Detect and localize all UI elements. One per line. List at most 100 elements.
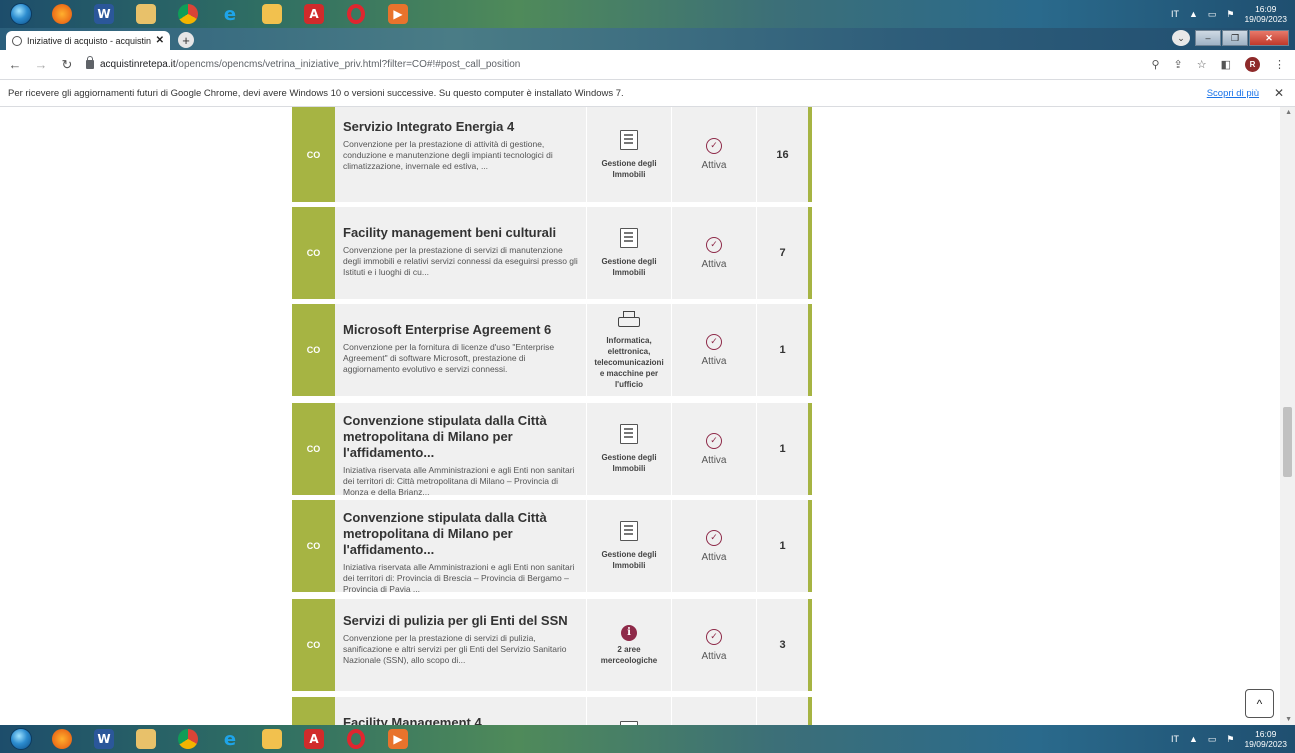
taskbar-mail[interactable] — [254, 727, 290, 751]
back-to-top-button[interactable]: ^ — [1245, 689, 1274, 718]
system-tray: IT ▲ ▭ ⚑ 16:09 19/09/2023 — [1171, 725, 1287, 753]
check-circle-icon: ✓ — [706, 628, 722, 645]
card-title[interactable]: Servizi di pulizia per gli Enti del SSN — [343, 613, 578, 629]
new-tab-button[interactable]: + — [178, 32, 194, 48]
taskbar-explorer[interactable] — [128, 2, 164, 26]
card-title[interactable]: Servizio Integrato Energia 4 — [343, 119, 578, 135]
clock[interactable]: 16:09 19/09/2023 — [1244, 729, 1287, 749]
clock-time: 16:09 — [1255, 4, 1277, 14]
menu-kebab-icon[interactable]: ⋮ — [1274, 58, 1285, 71]
taskbar-explorer[interactable] — [128, 727, 164, 751]
card-title[interactable]: Facility management beni culturali — [343, 225, 578, 241]
internet-explorer-icon: e — [223, 3, 237, 25]
taskbar-firefox[interactable] — [44, 727, 80, 751]
taskbar-chrome[interactable] — [170, 727, 206, 751]
taskbar-media[interactable]: ▶ — [380, 2, 416, 26]
opera-icon — [347, 4, 365, 24]
language-indicator[interactable]: IT — [1171, 734, 1179, 744]
maximize-button[interactable]: ❐ — [1222, 30, 1248, 46]
taskbar-acrobat[interactable]: A — [296, 2, 332, 26]
card-body: Convenzione stipulata dalla Città metrop… — [335, 403, 586, 497]
scrollbar-thumb[interactable] — [1283, 407, 1292, 477]
infobar-learn-more-link[interactable]: Scopri di più — [1207, 88, 1259, 99]
taskbar-mail[interactable] — [254, 2, 290, 26]
tab-search-icon[interactable]: ⌄ — [1172, 30, 1190, 46]
tab-close-icon[interactable]: ✕ — [156, 35, 164, 46]
initiative-card[interactable]: CO Servizi di pulizia per gli Enti del S… — [292, 599, 812, 691]
building-icon — [620, 424, 638, 444]
taskbar-media[interactable]: ▶ — [380, 727, 416, 751]
initiative-card[interactable]: CO Convenzione stipulata dalla Città met… — [292, 500, 812, 594]
card-title[interactable]: Convenzione stipulata dalla Città metrop… — [343, 510, 578, 558]
language-indicator[interactable]: IT — [1171, 9, 1179, 19]
reload-icon[interactable]: ↻ — [56, 57, 78, 73]
card-status: ✓ Attiva — [672, 403, 756, 495]
taskbar-acrobat[interactable]: A — [296, 727, 332, 751]
address-bar: ← → ↻ acquistinretepa.it/opencms/opencms… — [0, 50, 1295, 80]
bookmark-star-icon[interactable]: ☆ — [1197, 58, 1207, 71]
forward-icon[interactable]: → — [30, 57, 52, 72]
profile-avatar[interactable]: R — [1245, 57, 1260, 72]
action-center-icon[interactable]: ⚑ — [1226, 9, 1234, 20]
chrome-icon — [178, 4, 198, 24]
close-window-button[interactable]: ✕ — [1249, 30, 1289, 46]
card-status-label: Attiva — [701, 650, 727, 662]
minimize-button[interactable]: – — [1195, 30, 1221, 46]
side-panel-icon[interactable]: ◧ — [1221, 58, 1231, 71]
taskbar-word[interactable]: W — [86, 727, 122, 751]
taskbar-opera[interactable] — [338, 2, 374, 26]
action-center-icon[interactable]: ⚑ — [1226, 734, 1234, 745]
taskbar-firefox[interactable] — [44, 2, 80, 26]
mail-icon — [262, 4, 282, 24]
card-body: Servizio Integrato Energia 4 Convenzione… — [335, 107, 586, 202]
card-description: Convenzione per la prestazione di attivi… — [343, 139, 553, 171]
page-viewport: CO Servizio Integrato Energia 4 Convenzi… — [0, 107, 1295, 725]
printer-icon — [618, 310, 640, 329]
card-body: Facility management beni culturali Conve… — [335, 207, 586, 299]
zoom-icon[interactable]: ⚲ — [1151, 58, 1159, 71]
share-icon[interactable]: ⇪ — [1174, 58, 1183, 71]
windows-orb-icon — [10, 728, 32, 750]
taskbar-chrome[interactable] — [170, 2, 206, 26]
card-body: Convenzione stipulata dalla Città metrop… — [335, 500, 586, 594]
card-count: 16 — [776, 148, 789, 161]
card-title[interactable]: Convenzione stipulata dalla Città metrop… — [343, 413, 578, 461]
taskbar-ie[interactable]: e — [212, 2, 248, 26]
tray-arrow-icon[interactable]: ▲ — [1189, 9, 1198, 19]
initiative-card[interactable]: Facility Management 4 — [292, 697, 812, 725]
card-type-badge: CO — [292, 500, 335, 592]
lock-icon[interactable] — [86, 56, 94, 69]
start-button[interactable] — [4, 726, 38, 752]
clock[interactable]: 16:09 19/09/2023 — [1244, 4, 1287, 24]
page-scrollbar[interactable]: ▲ ▼ — [1280, 107, 1295, 725]
start-button[interactable] — [4, 1, 38, 27]
card-title[interactable]: Facility Management 4 — [343, 715, 578, 725]
network-icon[interactable]: ▭ — [1208, 734, 1217, 745]
tray-arrow-icon[interactable]: ▲ — [1189, 734, 1198, 744]
browser-tab[interactable]: Iniziative di acquisto - acquistinr ✕ — [6, 31, 170, 50]
card-category-label: Gestione degli Immobili — [601, 453, 657, 473]
network-icon[interactable]: ▭ — [1208, 9, 1217, 20]
initiative-card[interactable]: CO Servizio Integrato Energia 4 Convenzi… — [292, 107, 812, 202]
info-icon[interactable]: i — [621, 624, 637, 641]
taskbar-opera[interactable] — [338, 727, 374, 751]
card-category-label: Informatica, elettronica, telecomunicazi… — [594, 335, 664, 389]
scroll-down-icon[interactable]: ▼ — [1285, 716, 1292, 723]
card-count: 7 — [779, 247, 786, 259]
card-title[interactable]: Microsoft Enterprise Agreement 6 — [343, 322, 578, 338]
taskbar-top: W e A ▶ IT ▲ ▭ ⚑ 16:09 19/09/2023 — [0, 0, 1295, 28]
back-icon[interactable]: ← — [4, 57, 26, 72]
card-description: Iniziativa riservata alle Amministrazion… — [343, 562, 575, 594]
card-body: Microsoft Enterprise Agreement 6 Convenz… — [335, 304, 586, 396]
infobar-close-icon[interactable]: ✕ — [1274, 86, 1284, 100]
word-icon: W — [94, 4, 114, 24]
initiative-card[interactable]: CO Facility management beni culturali Co… — [292, 207, 812, 299]
taskbar-ie[interactable]: e — [212, 727, 248, 751]
windows-orb-icon — [10, 3, 32, 25]
url-field[interactable]: acquistinretepa.it/opencms/opencms/vetri… — [86, 54, 520, 76]
initiative-card[interactable]: CO Microsoft Enterprise Agreement 6 Conv… — [292, 304, 812, 396]
initiative-card[interactable]: CO Convenzione stipulata dalla Città met… — [292, 403, 812, 497]
scroll-up-icon[interactable]: ▲ — [1285, 109, 1292, 116]
taskbar-word[interactable]: W — [86, 2, 122, 26]
card-category-label: Gestione degli Immobili — [601, 158, 657, 179]
